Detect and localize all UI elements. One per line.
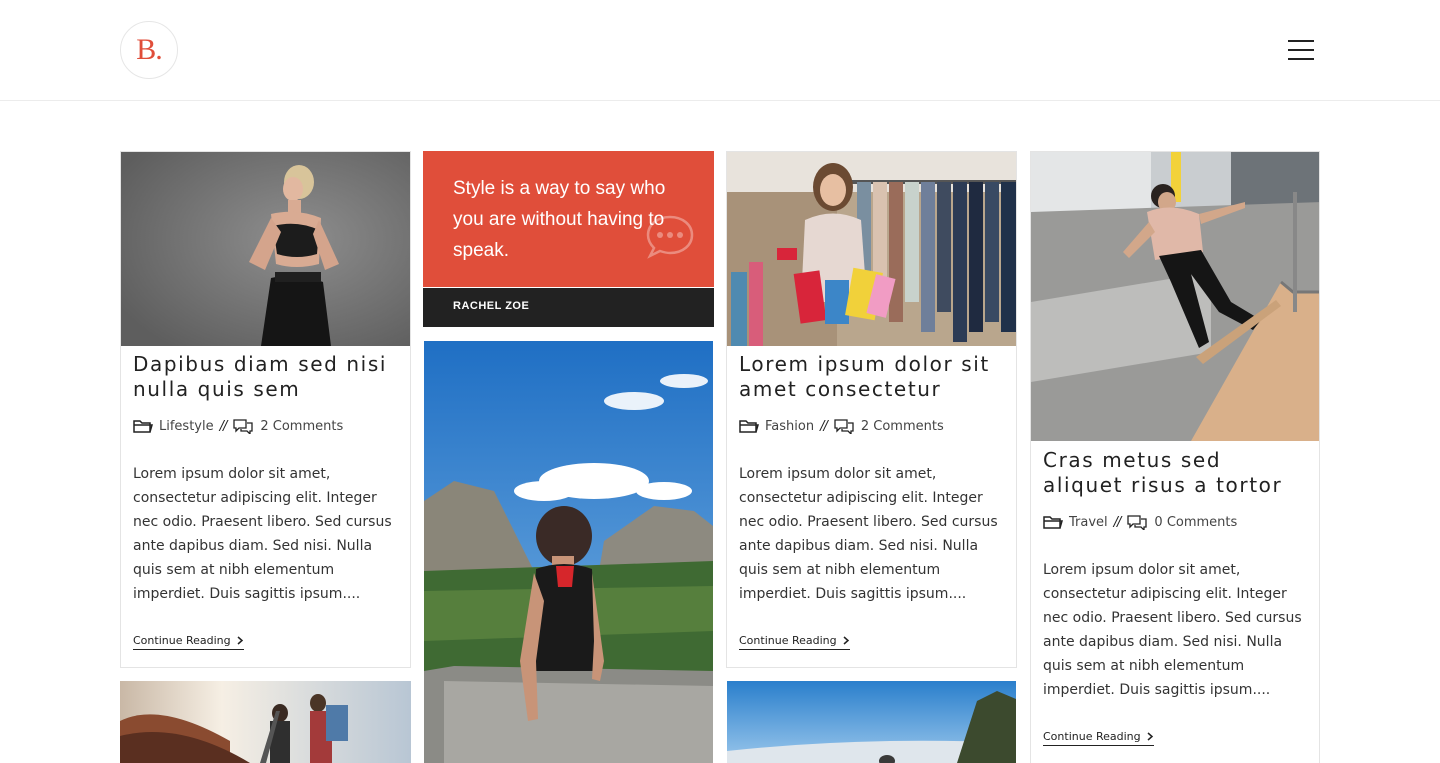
continue-reading-link[interactable]: Continue Reading	[1043, 730, 1154, 746]
meta-separator: //	[1113, 514, 1122, 530]
chat-bubble-icon	[646, 215, 694, 259]
post-meta: Travel // 0 Comments	[1043, 512, 1307, 532]
post-image-mountain-woman[interactable]	[424, 341, 713, 763]
site-header: B.	[0, 0, 1440, 101]
post-category[interactable]: Fashion	[765, 419, 814, 434]
post-meta: Fashion // 2 Comments	[739, 416, 1004, 436]
site-logo[interactable]: B.	[120, 21, 178, 79]
hikers-photo	[120, 681, 411, 763]
post-card-lifestyle: Dapibus diam sed nisi nulla quis sem Lif…	[120, 151, 411, 668]
post-excerpt: Lorem ipsum dolor sit amet, consectetur …	[739, 466, 998, 602]
folder-icon	[1043, 516, 1063, 529]
continue-reading-link[interactable]: Continue Reading	[739, 634, 850, 650]
continue-reading-link[interactable]: Continue Reading	[133, 634, 244, 650]
fitness-woman-photo	[121, 152, 410, 346]
mountain-woman-photo	[424, 341, 713, 763]
continue-reading-label: Continue Reading	[739, 634, 837, 647]
quote-background: Style is a way to say who you are withou…	[423, 151, 714, 287]
post-card-travel: Cras metus sed aliquet risus a tortor Tr…	[1030, 151, 1320, 763]
post-body: Lorem ipsum dolor sit amet consectetur F…	[739, 352, 1004, 606]
post-image-fitness-woman[interactable]	[121, 152, 410, 346]
skateboarder-photo	[1031, 152, 1319, 441]
chevron-right-icon	[843, 636, 849, 645]
folder-icon	[133, 420, 153, 433]
comments-icon	[233, 419, 254, 434]
continue-reading-label: Continue Reading	[1043, 730, 1141, 743]
post-meta: Lifestyle // 2 Comments	[133, 416, 398, 436]
post-category[interactable]: Lifestyle	[159, 419, 214, 434]
folder-icon	[739, 420, 759, 433]
post-excerpt: Lorem ipsum dolor sit amet, consectetur …	[133, 466, 392, 602]
meta-separator: //	[219, 418, 228, 434]
post-image-skateboarder[interactable]	[1031, 152, 1319, 441]
post-excerpt: Lorem ipsum dolor sit amet, consectetur …	[1043, 562, 1302, 698]
post-body: Dapibus diam sed nisi nulla quis sem Lif…	[133, 352, 398, 606]
quote-card[interactable]: Style is a way to say who you are withou…	[423, 151, 714, 327]
post-title[interactable]: Lorem ipsum dolor sit amet consectetur	[739, 352, 1004, 402]
post-comments-count[interactable]: 2 Comments	[260, 419, 343, 434]
post-card-fashion: Lorem ipsum dolor sit amet consectetur F…	[726, 151, 1017, 668]
post-image-hikers[interactable]	[120, 681, 411, 763]
chevron-right-icon	[237, 636, 243, 645]
quote-author-bar: RACHEL ZOE	[423, 288, 714, 327]
post-image-landscape[interactable]	[727, 681, 1016, 763]
hamburger-line	[1288, 58, 1314, 60]
post-title[interactable]: Cras metus sed aliquet risus a tortor	[1043, 448, 1307, 498]
chevron-right-icon	[1147, 732, 1153, 741]
post-body: Cras metus sed aliquet risus a tortor Tr…	[1043, 448, 1307, 702]
hamburger-menu-icon[interactable]	[1288, 40, 1314, 62]
hamburger-line	[1288, 40, 1314, 42]
shopping-woman-photo	[727, 152, 1016, 346]
quote-author: RACHEL ZOE	[453, 300, 530, 312]
post-title[interactable]: Dapibus diam sed nisi nulla quis sem	[133, 352, 398, 402]
landscape-photo	[727, 681, 1016, 763]
comments-icon	[834, 419, 854, 434]
post-category[interactable]: Travel	[1069, 515, 1108, 530]
post-comments-count[interactable]: 0 Comments	[1154, 515, 1237, 530]
meta-separator: //	[820, 418, 828, 434]
post-image-shopping-woman[interactable]	[727, 152, 1016, 346]
post-comments-count[interactable]: 2 Comments	[861, 419, 944, 434]
hamburger-line	[1288, 49, 1314, 51]
continue-reading-label: Continue Reading	[133, 634, 231, 647]
comments-icon	[1127, 515, 1148, 530]
